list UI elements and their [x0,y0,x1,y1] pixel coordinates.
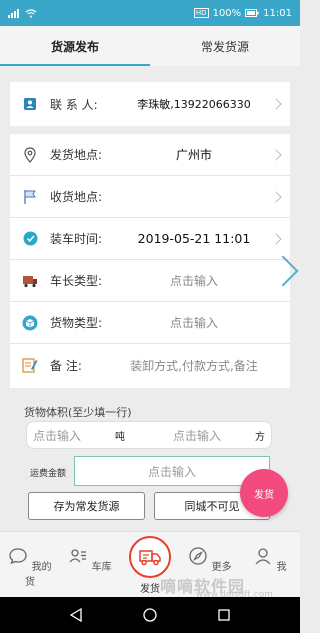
publish-fab-button[interactable]: 发货 [240,469,288,517]
compass-icon [189,547,208,565]
chevron-right-icon [270,148,282,161]
remarks-row[interactable]: 备 注: 装卸方式,付款方式,备注 [10,344,290,386]
contact-label: 联 系 人: [50,97,98,112]
contact-row[interactable]: 联 系 人: 李珠敏,13922066330 [10,82,290,134]
edit-note-icon [22,357,38,373]
battery-icon [245,9,259,17]
origin-value: 广州市 [175,148,212,162]
truck-icon [22,273,38,289]
chat-bubble-icon [9,548,28,565]
destination-label: 收货地点: [50,190,103,204]
save-frequent-button[interactable]: 存为常发货源 [28,492,145,520]
home-circle-icon[interactable] [143,608,157,622]
chevron-right-icon [270,232,282,245]
nav-publish-circle[interactable] [129,536,171,578]
fee-input[interactable]: 点击输入 [74,456,270,486]
recents-square-icon[interactable] [217,609,230,621]
chevron-right-icon [270,190,282,203]
remarks-input[interactable]: 装卸方式,付款方式,备注 [122,357,266,374]
tab-bar: 货源发布 常发货源 [0,26,300,66]
flag-icon [22,189,38,205]
volume-title: 货物体积(至少填一行) [24,406,132,419]
chevron-right-icon [270,98,282,110]
weight-unit: 吨 [115,431,125,443]
nav-my-cargo[interactable]: 我的货 [5,546,55,588]
load-time-row[interactable]: 装车时间: 2019-05-21 11:01 [10,218,290,260]
nav-label: 我的货 [25,562,52,588]
clock: 11:01 [263,7,292,19]
system-nav-bar [0,597,300,633]
location-pin-icon [22,146,38,163]
status-icons-left [8,8,37,18]
nav-label: 更多 [211,562,232,573]
status-bar: HD 100% 11:01 [0,0,300,26]
contact-value: 李珠敏,13922066330 [137,98,251,111]
destination-row[interactable]: 收货地点: [10,176,290,218]
cubic-input[interactable]: 点击输入 [173,427,221,444]
status-icons-right: HD 100% 11:01 [193,7,292,19]
nav-more[interactable]: 更多 [185,546,235,573]
cargo-type-label: 货物类型: [50,316,103,330]
volume-input-box: 点击输入 吨 点击输入 方 [26,421,272,449]
cubic-unit: 方 [255,431,265,443]
battery-level: 100% [212,7,242,19]
cargo-type-input[interactable]: 点击输入 [122,314,266,331]
truck-length-input[interactable]: 点击输入 [122,272,266,289]
contact-card-icon [22,96,38,112]
truck-length-label: 车长类型: [50,274,103,288]
nav-me[interactable]: 我 [245,546,295,573]
truck-length-row[interactable]: 车长类型: 点击输入 [10,260,290,302]
nav-label: 车库 [91,562,112,573]
tab-frequent-cargo[interactable]: 常发货源 [150,26,300,66]
fee-label: 运费金额 [30,469,67,479]
signal-icon [8,8,19,18]
contacts-icon [69,549,87,563]
nav-garage[interactable]: 车库 [65,546,115,573]
origin-row[interactable]: 发货地点: 广州市 [10,134,290,176]
network-badge: HD [193,8,209,18]
box-icon [22,315,38,331]
cargo-form-card: 联 系 人: 李珠敏,13922066330 发货地点: 广州市 收货地点: 装… [10,82,290,388]
cargo-type-row[interactable]: 货物类型: 点击输入 [10,302,290,344]
tab-cargo-publish[interactable]: 货源发布 [0,26,150,66]
person-icon [255,548,271,565]
wifi-icon [25,8,37,17]
back-triangle-icon[interactable] [70,608,82,622]
load-time-label: 装车时间: [50,232,103,246]
remarks-label: 备 注: [50,358,82,373]
clock-icon [22,231,38,247]
truck-icon [139,550,161,566]
origin-label: 发货地点: [50,148,103,162]
weight-input[interactable]: 点击输入 [33,427,81,444]
load-time-value: 2019-05-21 11:01 [137,231,251,246]
nav-label: 发货 [140,584,160,595]
bottom-nav: 我的货 车库 发货 更多 我 [0,531,300,597]
nav-label: 我 [276,562,287,573]
